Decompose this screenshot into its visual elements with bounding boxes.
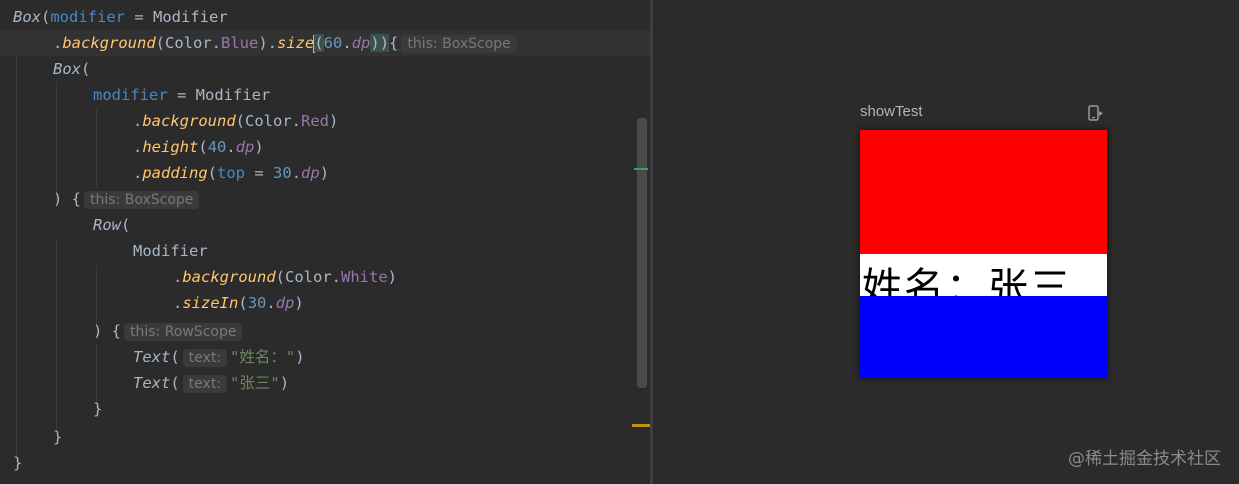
code-line-4[interactable]: modifier = Modifier [93,82,270,108]
code-line-18[interactable]: } [13,450,22,476]
indent-guide [96,108,97,188]
code-line-11[interactable]: .background(Color.White) [173,264,397,290]
code-line-5[interactable]: .background(Color.Red) [133,108,338,134]
code-line-6[interactable]: .height(40.dp) [133,134,264,160]
watermark: @稀土掘金技术社区 [1068,449,1221,469]
inlay-hint: this: BoxScope [401,35,517,53]
inlay-hint: this: BoxScope [84,191,200,209]
code-line-9[interactable]: Row( [93,212,130,238]
code-line-10[interactable]: Modifier [133,238,208,264]
code-line-15[interactable]: Text(text: "张三") [133,370,289,396]
indent-guide [96,266,97,326]
code-editor[interactable]: Box(modifier = Modifier .background(Colo… [0,0,650,484]
indent-guide [96,344,97,404]
code-line-1[interactable]: Box(modifier = Modifier [13,4,228,30]
indent-guide [56,240,57,430]
code-line-13[interactable]: ) {this: RowScope [93,318,245,344]
code-line-14[interactable]: Text(text: "姓名：") [133,344,305,370]
white-row: 姓名：张三 [860,254,1107,296]
blue-box [860,296,1107,378]
device-preview-icon[interactable] [1087,104,1105,122]
red-box [860,130,1107,254]
code-line-8[interactable]: ) {this: BoxScope [53,186,202,212]
indent-guide [56,82,57,202]
code-line-17[interactable]: } [53,424,62,450]
indent-guide [16,56,17,456]
inlay-hint: this: RowScope [124,323,243,341]
preview-title: showTest [860,103,923,120]
inlay-hint: text: [182,375,228,393]
code-line-7[interactable]: .padding(top = 30.dp) [133,160,329,186]
vertical-scrollbar[interactable] [637,118,647,388]
compose-preview-canvas[interactable]: 姓名：张三 [860,130,1107,378]
code-line-3[interactable]: Box( [53,56,90,82]
warning-marker[interactable] [632,424,650,427]
code-line-12[interactable]: .sizeIn(30.dp) [173,290,304,316]
inlay-hint: text: [182,349,228,367]
change-marker [634,168,648,170]
rendered-text: 姓名：张三 [862,265,1072,296]
code-line-2[interactable]: .background(Color.Blue).size(60.dp)){thi… [53,30,520,56]
code-line-16[interactable]: } [93,396,102,422]
